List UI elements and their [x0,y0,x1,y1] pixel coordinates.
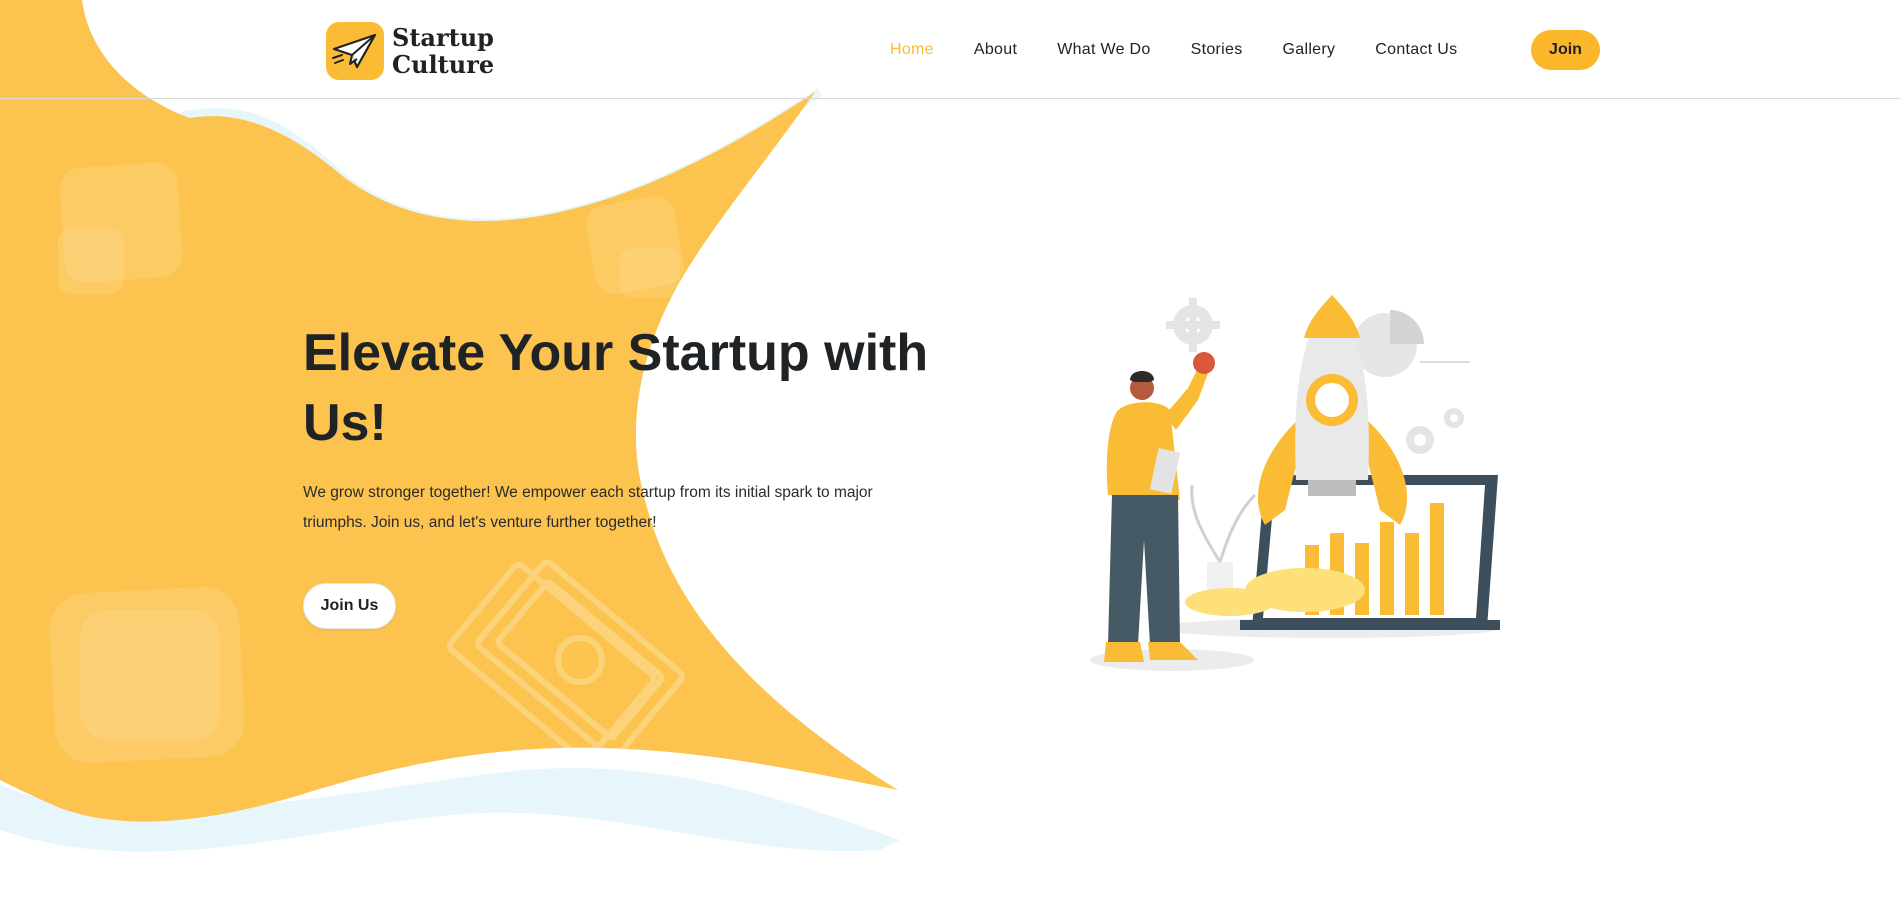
gear-small-icon [1406,408,1464,454]
hero-title: Elevate Your Startup with Us! [303,324,929,452]
blob-decor-square-6 [80,610,220,740]
paper-plane-icon [326,22,384,80]
brand-name: Startup Culture [392,24,494,78]
join-button[interactable]: Join [1531,30,1600,70]
hero-background-blob [0,0,900,852]
nav-item-about[interactable]: About [954,35,1037,65]
nav-item-gallery[interactable]: Gallery [1263,35,1356,65]
rocket-smoke-2 [1185,588,1275,616]
brand-name-line-2: Culture [392,50,495,79]
brand-logo[interactable]: Startup Culture [326,22,494,80]
site-header: Startup Culture Home About What We Do St… [0,0,1900,99]
person-illustration [1104,352,1215,662]
nav-item-home[interactable]: Home [870,35,954,65]
nav-item-stories[interactable]: Stories [1171,35,1263,65]
plant-decor [1190,484,1257,592]
rocket-launch-illustration [1090,295,1500,671]
join-us-button[interactable]: Join Us [303,583,396,629]
gear-icon [1166,298,1220,352]
pie-chart-icon [1353,310,1470,377]
nav-item-what-we-do[interactable]: What We Do [1037,35,1170,65]
brand-name-line-1: Startup [392,23,494,52]
blob-decor-square-2 [58,228,124,294]
blob-decor-square-4 [620,248,680,298]
nav-item-contact-us[interactable]: Contact Us [1355,35,1477,65]
main-nav: Home About What We Do Stories Gallery Co… [870,34,1477,66]
hero-description: We grow stronger together! We empower ea… [303,484,873,531]
